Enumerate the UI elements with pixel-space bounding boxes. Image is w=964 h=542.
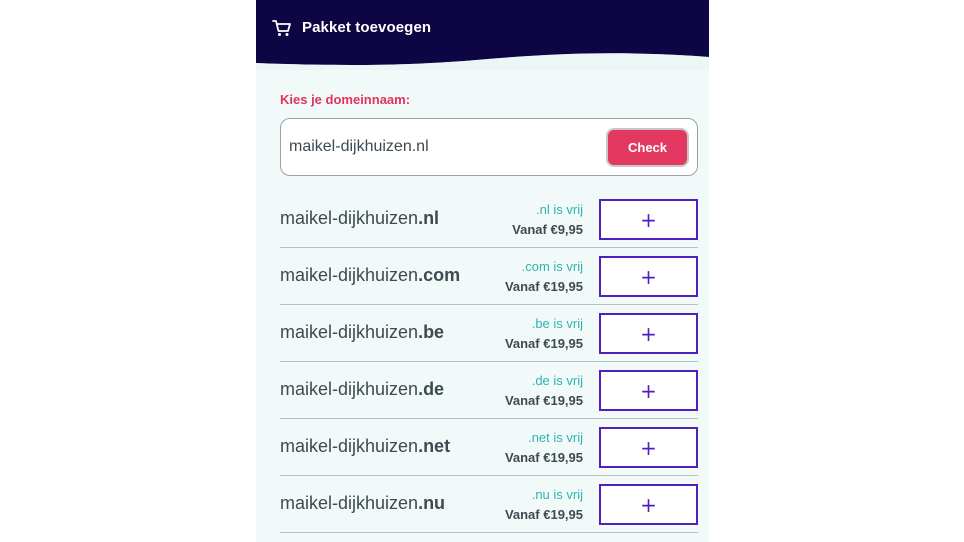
domain-base: maikel-dijkhuizen [280, 322, 419, 342]
domain-price: Vanaf €19,95 [504, 450, 583, 465]
domain-extension: .nl [418, 208, 440, 228]
domain-extension: .de [418, 379, 445, 399]
domain-name: maikel-dijkhuizen.nu [280, 493, 445, 514]
domain-price: Vanaf €19,95 [504, 393, 583, 408]
domain-extension: .net [418, 436, 451, 456]
domain-row-be: maikel-dijkhuizen.be .be is vrij Vanaf €… [280, 305, 698, 362]
domain-name: maikel-dijkhuizen.nl [280, 208, 439, 229]
check-button[interactable]: Check [606, 128, 689, 167]
domain-price: Vanaf €19,95 [504, 336, 583, 351]
add-domain-button[interactable]: + [599, 256, 698, 297]
domain-row-de: maikel-dijkhuizen.de .de is vrij Vanaf €… [280, 362, 698, 419]
panel-header: Pakket toevoegen [256, 0, 709, 70]
availability-status: .nu is vrij [531, 487, 583, 502]
availability-status: .nl is vrij [536, 202, 583, 217]
domain-extension: .be [418, 322, 445, 342]
domain-name: maikel-dijkhuizen.be [280, 322, 444, 343]
domain-extension: .com [418, 265, 461, 285]
domain-base: maikel-dijkhuizen [280, 265, 419, 285]
add-domain-button[interactable]: + [599, 427, 698, 468]
domain-row-net: maikel-dijkhuizen.net .net is vrij Vanaf… [280, 419, 698, 476]
add-domain-button[interactable]: + [599, 313, 698, 354]
domain-name: maikel-dijkhuizen.com [280, 265, 460, 286]
domain-extension: .nu [418, 493, 446, 513]
domain-row-com: maikel-dijkhuizen.com .com is vrij Vanaf… [280, 248, 698, 305]
domain-search-box: Check [280, 118, 698, 176]
domain-row-nu: maikel-dijkhuizen.nu .nu is vrij Vanaf €… [280, 476, 698, 533]
domain-label: Kies je domeinnaam: [280, 92, 411, 107]
domain-base: maikel-dijkhuizen [280, 379, 419, 399]
add-domain-button[interactable]: + [599, 199, 698, 240]
domain-results-list: maikel-dijkhuizen.nl .nl is vrij Vanaf €… [280, 191, 698, 533]
domain-name: maikel-dijkhuizen.net [280, 436, 450, 457]
domain-name: maikel-dijkhuizen.de [280, 379, 444, 400]
availability-status: .com is vrij [521, 259, 583, 274]
availability-status: .de is vrij [531, 373, 583, 388]
domain-row-nl: maikel-dijkhuizen.nl .nl is vrij Vanaf €… [280, 191, 698, 248]
add-domain-button[interactable]: + [599, 484, 698, 525]
domain-base: maikel-dijkhuizen [280, 208, 419, 228]
domain-price: Vanaf €9,95 [512, 222, 583, 237]
availability-status: .net is vrij [528, 430, 583, 445]
domain-price: Vanaf €19,95 [504, 507, 583, 522]
domain-input[interactable] [289, 135, 589, 159]
availability-status: .be is vrij [531, 316, 583, 331]
domain-price: Vanaf €19,95 [504, 279, 583, 294]
add-package-panel: Pakket toevoegen Kies je domeinnaam: Che… [256, 0, 709, 542]
add-domain-button[interactable]: + [599, 370, 698, 411]
domain-base: maikel-dijkhuizen [280, 493, 419, 513]
domain-base: maikel-dijkhuizen [280, 436, 419, 456]
panel-title: Pakket toevoegen [302, 19, 432, 36]
cart-icon [272, 20, 291, 36]
